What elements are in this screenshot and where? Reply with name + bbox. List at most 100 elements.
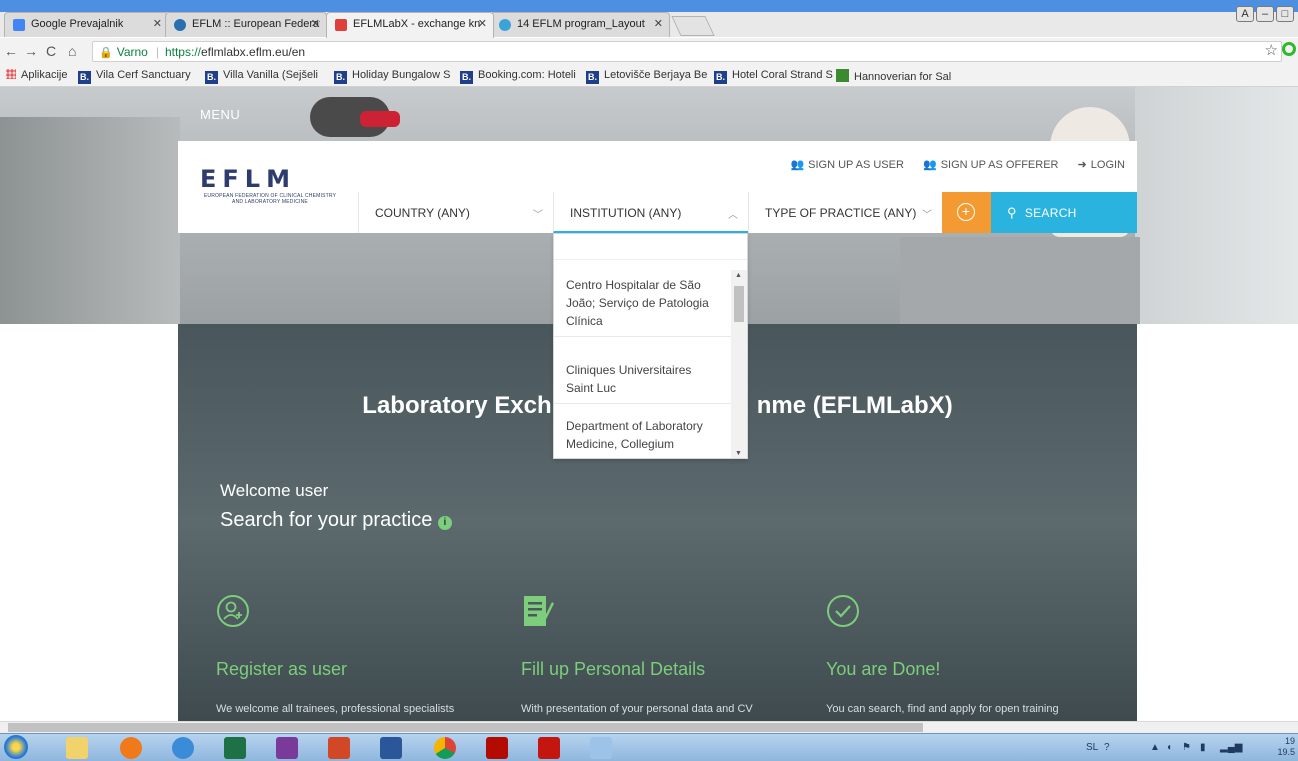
menu-button[interactable]: MENU bbox=[200, 107, 240, 122]
login-link[interactable]: ➜ LOGIN bbox=[1078, 159, 1125, 171]
user-profile-button[interactable]: A bbox=[1236, 6, 1254, 22]
acrobat-icon[interactable] bbox=[486, 737, 508, 759]
institution-option[interactable]: Department of Laboratory Medicine, Colle… bbox=[554, 412, 732, 458]
search-heading: Search for your practice i bbox=[220, 509, 452, 532]
clock[interactable]: 19 19.5 bbox=[1277, 736, 1295, 758]
step-personal-details: Fill up Personal Details With presentati… bbox=[521, 594, 811, 715]
browser-tab-bar: Google Prevajalnik ✕ EFLM :: European Fe… bbox=[0, 0, 1298, 38]
bookmark-apps[interactable]: Aplikacije bbox=[6, 69, 67, 81]
chevron-down-icon: ﹀ bbox=[533, 210, 543, 221]
document-favicon-icon bbox=[499, 19, 511, 31]
eflm-favicon-icon bbox=[174, 19, 186, 31]
bookmark-coral-strand[interactable]: B. Hotel Coral Strand S bbox=[714, 69, 833, 84]
lab-bench bbox=[900, 237, 1140, 324]
web-page: MENU EFLM EUROPEAN FEDERATION OF CLINICA… bbox=[0, 87, 1298, 721]
network-icon[interactable]: ▂▄▆ bbox=[1220, 742, 1242, 753]
horse-icon bbox=[836, 69, 849, 82]
flag-icon[interactable]: ⚑ bbox=[1182, 742, 1191, 753]
booking-icon: B. bbox=[205, 71, 218, 84]
horizontal-scrollbar-thumb[interactable] bbox=[8, 723, 923, 732]
scrollbar-thumb[interactable] bbox=[734, 286, 744, 322]
check-circle-icon bbox=[827, 595, 859, 627]
bookmark-hannoverian[interactable]: Hannoverian for Sal bbox=[836, 69, 951, 83]
lab-equipment-right bbox=[1135, 87, 1298, 324]
step-register: Register as user We welcome all trainees… bbox=[216, 594, 506, 715]
bookmark-booking[interactable]: B. Booking.com: Hoteli bbox=[460, 69, 576, 84]
file-explorer-icon[interactable] bbox=[66, 737, 88, 759]
institution-select[interactable]: INSTITUTION (ANY) ︿ bbox=[553, 192, 748, 233]
bookmark-vila-cerf[interactable]: B. Vila Cerf Sanctuary bbox=[78, 69, 191, 84]
onenote-icon[interactable] bbox=[276, 737, 298, 759]
powerpoint-icon[interactable] bbox=[328, 737, 350, 759]
windows-taskbar: SL ? ▲ ◖ ⚑ ▮ ▂▄▆ 19 19.5 bbox=[0, 733, 1298, 761]
tab-close-icon[interactable]: ✕ bbox=[153, 17, 162, 30]
account-links: 👥 SIGN UP AS USER 👥 SIGN UP AS OFFERER ➜ LO… bbox=[774, 158, 1125, 171]
language-indicator[interactable]: SL bbox=[1086, 742, 1098, 753]
chrome-icon[interactable] bbox=[434, 737, 456, 759]
extension-icon[interactable] bbox=[1282, 42, 1296, 56]
address-bar: ← → C ⌂ 🔒 Varno | https://eflmlabx.eflm.eu/… bbox=[0, 38, 1298, 65]
signup-offerer-link[interactable]: 👥 SIGN UP AS OFFERER bbox=[923, 159, 1058, 171]
acrobat-reader-icon[interactable] bbox=[538, 737, 560, 759]
tab-close-icon[interactable]: ✕ bbox=[654, 17, 663, 30]
dropdown-scrollbar[interactable]: ▲ ▼ bbox=[731, 270, 747, 458]
horizontal-scrollbar[interactable] bbox=[0, 721, 1298, 733]
word-icon[interactable] bbox=[380, 737, 402, 759]
search-icon: ⚲ bbox=[1007, 205, 1017, 220]
booking-icon: B. bbox=[714, 71, 727, 84]
internet-explorer-icon[interactable] bbox=[172, 737, 194, 759]
tab-close-icon[interactable]: ✕ bbox=[478, 17, 487, 30]
eflmlabx-favicon-icon bbox=[335, 19, 347, 31]
scroll-down-icon[interactable]: ▼ bbox=[735, 450, 742, 457]
media-player-icon[interactable] bbox=[120, 737, 142, 759]
tab-google-translate[interactable]: Google Prevajalnik ✕ bbox=[4, 12, 169, 37]
country-select[interactable]: COUNTRY (ANY) ﹀ bbox=[358, 192, 553, 233]
dropdown-search-input[interactable] bbox=[554, 234, 747, 260]
translate-icon bbox=[13, 19, 25, 31]
plus-circle-icon: + bbox=[957, 203, 975, 221]
home-icon[interactable]: ⌂ bbox=[68, 43, 76, 59]
institution-option[interactable]: Cliniques Universitaires Saint Luc bbox=[554, 356, 732, 404]
user-add-icon bbox=[217, 595, 249, 627]
power-icon[interactable]: ▮ bbox=[1200, 742, 1206, 753]
paint-icon[interactable] bbox=[590, 737, 612, 759]
tab-close-icon[interactable]: ✕ bbox=[311, 17, 320, 30]
minimize-button[interactable]: – bbox=[1256, 6, 1274, 22]
user-plus-icon: 👥 bbox=[790, 159, 805, 171]
booking-icon: B. bbox=[78, 71, 91, 84]
tab-eflmlabx[interactable]: EFLMLabX - exchange kn ✕ bbox=[326, 12, 494, 38]
booking-icon: B. bbox=[460, 71, 473, 84]
help-icon[interactable]: ? bbox=[1104, 742, 1110, 753]
chevron-up-icon: ︿ bbox=[728, 210, 738, 221]
form-edit-icon bbox=[524, 596, 554, 626]
tab-program-layout[interactable]: 14 EFLM program_Layout ✕ bbox=[490, 12, 670, 37]
url-input[interactable]: 🔒 Varno | https://eflmlabx.eflm.eu/en bbox=[92, 41, 1282, 62]
booking-icon: B. bbox=[334, 71, 347, 84]
reload-icon[interactable]: C bbox=[46, 43, 56, 59]
excel-icon[interactable] bbox=[224, 737, 246, 759]
lock-icon: 🔒 bbox=[99, 47, 113, 59]
tab-eflm-federation[interactable]: EFLM :: European Federat ✕ bbox=[165, 12, 327, 37]
show-hidden-icons[interactable]: ▲ bbox=[1150, 742, 1160, 753]
institution-dropdown[interactable]: Centro Hospitalar de São João; Serviço d… bbox=[553, 233, 748, 459]
info-icon[interactable]: i bbox=[437, 516, 452, 530]
lab-lamp-head bbox=[360, 111, 400, 127]
practice-type-select[interactable]: TYPE OF PRACTICE (ANY) ﹀ bbox=[748, 192, 942, 233]
volume-icon[interactable]: ◖ bbox=[1166, 742, 1172, 753]
start-button[interactable] bbox=[4, 735, 28, 759]
institution-option[interactable]: Centro Hospitalar de São João; Serviço d… bbox=[554, 276, 732, 337]
bookmark-star-icon[interactable]: ☆ bbox=[1265, 41, 1278, 59]
bookmark-villa-vanilla[interactable]: B. Villa Vanilla (Sejšeli bbox=[205, 69, 318, 84]
bookmark-holiday-bungalow[interactable]: B. Holiday Bungalow S bbox=[334, 69, 450, 84]
bookmark-berjaya[interactable]: B. Letovišče Berjaya Be bbox=[586, 69, 707, 84]
signup-user-link[interactable]: 👥 SIGN UP AS USER bbox=[790, 159, 903, 171]
login-icon: ➜ bbox=[1077, 159, 1087, 171]
back-icon[interactable]: ← bbox=[4, 43, 18, 59]
forward-icon[interactable]: → bbox=[24, 43, 38, 59]
search-button[interactable]: ⚲ SEARCH bbox=[991, 192, 1137, 233]
maximize-button[interactable]: □ bbox=[1276, 6, 1294, 22]
welcome-text: Welcome user bbox=[220, 481, 329, 500]
scroll-up-icon[interactable]: ▲ bbox=[735, 272, 742, 279]
add-filter-button[interactable]: + bbox=[942, 192, 991, 233]
search-filters: COUNTRY (ANY) ﹀ INSTITUTION (ANY) ︿ TYPE… bbox=[178, 192, 1137, 233]
